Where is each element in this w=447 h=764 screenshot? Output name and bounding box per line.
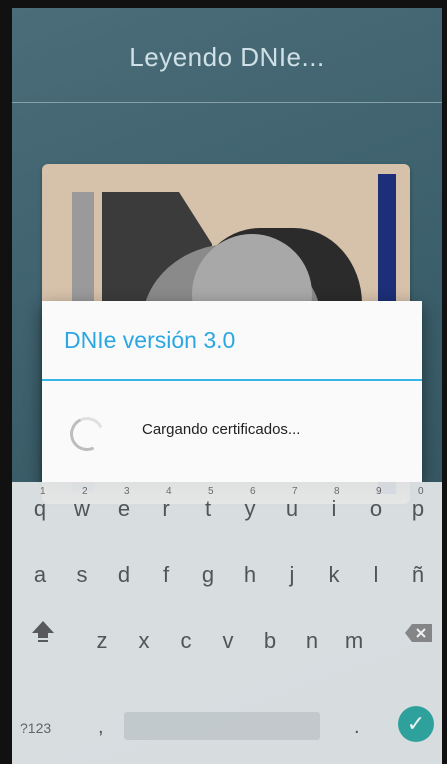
key-u[interactable]: 7u xyxy=(274,486,310,522)
key-label: e xyxy=(117,496,131,521)
key-p[interactable]: 0p xyxy=(400,486,436,522)
key-hint: 3 xyxy=(124,486,130,497)
spacebar-key[interactable] xyxy=(124,712,320,740)
key-label: q xyxy=(33,496,47,521)
dialog-title: DNIe versión 3.0 xyxy=(64,327,236,353)
key-label: w xyxy=(74,496,90,521)
dialog-divider xyxy=(42,379,422,381)
key-d[interactable]: d xyxy=(106,562,142,588)
dialog-message: Cargando certificados... xyxy=(142,421,301,438)
app-screen: Leyendo DNIe... DNIe versión 3.0 Cargand… xyxy=(12,8,442,764)
key-a[interactable]: a xyxy=(22,562,58,588)
key-label: t xyxy=(204,496,212,521)
key-label: o xyxy=(369,496,383,521)
key-g[interactable]: g xyxy=(190,562,226,588)
key-c[interactable]: c xyxy=(168,628,204,654)
key-t[interactable]: 5t xyxy=(190,486,226,522)
key-label: i xyxy=(331,496,337,521)
key-label: p xyxy=(411,496,425,521)
key-hint: 4 xyxy=(166,486,172,497)
key-hint: 1 xyxy=(40,486,46,497)
key-v[interactable]: v xyxy=(210,628,246,654)
keyboard-row-1: 1q 2w 3e 4r 5t 6y 7u 8i 9o 0p xyxy=(12,482,442,542)
key-s[interactable]: s xyxy=(64,562,100,588)
key-hint: 9 xyxy=(376,486,382,497)
key-hint: 0 xyxy=(418,486,424,497)
key-i[interactable]: 8i xyxy=(316,486,352,522)
key-h[interactable]: h xyxy=(232,562,268,588)
page-title: Leyendo DNIe... xyxy=(129,42,325,72)
key-hint: 6 xyxy=(250,486,256,497)
period-key[interactable]: . xyxy=(354,716,360,739)
key-o[interactable]: 9o xyxy=(358,486,394,522)
backspace-key-icon[interactable] xyxy=(404,622,434,644)
key-b[interactable]: b xyxy=(252,628,288,654)
keyboard-row-3: z x c v b n m xyxy=(12,614,442,674)
key-n[interactable]: n xyxy=(294,628,330,654)
key-hint: 7 xyxy=(292,486,298,497)
key-k[interactable]: k xyxy=(316,562,352,588)
key-r[interactable]: 4r xyxy=(148,486,184,522)
key-f[interactable]: f xyxy=(148,562,184,588)
key-e[interactable]: 3e xyxy=(106,486,142,522)
shift-key-icon[interactable] xyxy=(30,618,56,644)
check-icon[interactable]: ✓ xyxy=(398,706,434,742)
loading-spinner-icon xyxy=(65,412,109,456)
key-n-tilde[interactable]: ñ xyxy=(400,562,436,588)
key-m[interactable]: m xyxy=(336,628,372,654)
key-label: r xyxy=(162,496,170,521)
header-divider xyxy=(12,102,442,103)
comma-key[interactable]: , xyxy=(98,716,104,739)
on-screen-keyboard: 1q 2w 3e 4r 5t 6y 7u 8i 9o 0p a s d f g … xyxy=(12,482,442,764)
device-frame: Leyendo DNIe... DNIe versión 3.0 Cargand… xyxy=(0,0,447,764)
key-l[interactable]: l xyxy=(358,562,394,588)
key-x[interactable]: x xyxy=(126,628,162,654)
key-hint: 8 xyxy=(334,486,340,497)
key-label: u xyxy=(285,496,299,521)
key-z[interactable]: z xyxy=(84,628,120,654)
progress-dialog: DNIe versión 3.0 Cargando certificados..… xyxy=(42,301,422,482)
key-hint: 5 xyxy=(208,486,214,497)
key-j[interactable]: j xyxy=(274,562,310,588)
key-hint: 2 xyxy=(82,486,88,497)
header: Leyendo DNIe... xyxy=(12,8,442,103)
key-q[interactable]: 1q xyxy=(22,486,58,522)
symbols-key[interactable]: ?123 xyxy=(20,720,51,736)
key-label: y xyxy=(244,496,256,521)
key-w[interactable]: 2w xyxy=(64,486,100,522)
keyboard-row-2: a s d f g h j k l ñ xyxy=(12,548,442,608)
key-y[interactable]: 6y xyxy=(232,486,268,522)
